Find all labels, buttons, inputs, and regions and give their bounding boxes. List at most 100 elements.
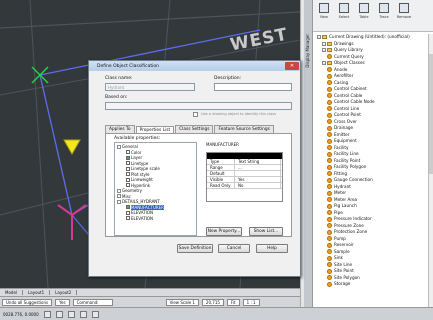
new-icon bbox=[319, 3, 329, 13]
object-class-icon bbox=[327, 112, 332, 118]
show-list-button[interactable]: Show List... bbox=[249, 227, 283, 236]
tab-feature-source-settings[interactable]: Feature Source Settings bbox=[214, 125, 274, 133]
object-class-icon bbox=[327, 262, 332, 268]
coordinates: 0028.776, 0.0000 bbox=[3, 311, 39, 317]
property-checkbox[interactable] bbox=[126, 150, 130, 155]
ortho-icon[interactable] bbox=[67, 310, 75, 318]
tab-model[interactable]: Model bbox=[0, 290, 24, 295]
property-grid[interactable]: Type Text String Range... Default Visible Yes… bbox=[206, 152, 283, 202]
property-checkbox[interactable] bbox=[126, 166, 130, 171]
grid-icon[interactable] bbox=[55, 310, 63, 318]
tab-layout2[interactable]: Layout2 bbox=[50, 290, 78, 295]
object-class-icon bbox=[327, 119, 332, 125]
object-class-icon bbox=[327, 275, 332, 281]
property-item[interactable]: ELEVATION bbox=[116, 216, 195, 222]
property-checkbox[interactable] bbox=[126, 210, 130, 215]
osnap-icon[interactable] bbox=[91, 310, 99, 318]
expand-icon[interactable] bbox=[117, 144, 121, 149]
new-button[interactable]: New bbox=[315, 3, 333, 31]
object-class-icon bbox=[327, 210, 332, 216]
selected-property-label: MANUFACTURER bbox=[206, 142, 239, 147]
new-property-button[interactable]: New Property... bbox=[206, 227, 242, 236]
yes-option[interactable]: Yes bbox=[55, 298, 70, 306]
tab-layout1[interactable]: Layout1 bbox=[23, 290, 51, 295]
undo-suggestions[interactable]: Undo all Suggestions bbox=[2, 298, 53, 306]
object-class-icon bbox=[327, 86, 332, 92]
property-checkbox[interactable] bbox=[126, 183, 130, 188]
view-scale[interactable]: View Scale 1 bbox=[165, 298, 199, 306]
tab-applies-to[interactable]: Applies To bbox=[105, 125, 135, 133]
define-object-classification-dialog: Define Object Classification ✕ Class nam… bbox=[88, 60, 301, 277]
property-checkbox[interactable] bbox=[126, 172, 130, 177]
grid-value[interactable]: No bbox=[235, 183, 281, 188]
property-checkbox[interactable] bbox=[126, 155, 130, 160]
object-class-icon bbox=[327, 151, 332, 157]
expand-icon[interactable]: - bbox=[322, 61, 326, 66]
command-line[interactable]: Command: bbox=[72, 298, 113, 306]
tab-class-settings[interactable]: Class Settings bbox=[175, 125, 214, 133]
tree-item[interactable]: Storage bbox=[317, 281, 433, 288]
object-class-icon bbox=[327, 171, 332, 177]
object-class-icon bbox=[327, 106, 332, 112]
folder-icon bbox=[327, 48, 332, 53]
expand-icon[interactable] bbox=[117, 199, 121, 204]
select-button[interactable]: Select bbox=[335, 3, 353, 31]
expand-icon[interactable] bbox=[117, 188, 121, 193]
object-class-icon bbox=[327, 255, 332, 261]
grid-row[interactable]: Read Only No bbox=[207, 183, 282, 189]
property-checkbox[interactable] bbox=[126, 205, 130, 210]
remove-button[interactable]: Remove bbox=[395, 3, 413, 31]
class-name-field[interactable]: Hydrant bbox=[105, 83, 195, 91]
expand-icon[interactable]: - bbox=[322, 41, 326, 46]
magenta-hydrant-icon bbox=[57, 204, 87, 240]
yellow-triangle-icon bbox=[63, 139, 81, 156]
fit-option[interactable]: Fit bbox=[226, 298, 240, 306]
panel-titlebar[interactable]: Display Manager bbox=[304, 0, 313, 307]
display-manager-panel: New Select Table Trace Remove - Current D… bbox=[313, 0, 433, 307]
expand-icon[interactable]: - bbox=[322, 48, 326, 53]
based-on-field[interactable] bbox=[105, 102, 292, 110]
object-class-icon bbox=[327, 73, 332, 79]
expand-icon[interactable]: - bbox=[317, 35, 321, 40]
polar-icon[interactable] bbox=[79, 310, 87, 318]
use-drawing-object-checkbox[interactable] bbox=[193, 112, 198, 117]
close-icon[interactable]: ✕ bbox=[285, 62, 299, 70]
property-checkbox[interactable] bbox=[126, 216, 130, 221]
based-on-label: Based on: bbox=[105, 95, 128, 100]
grid-value[interactable]: ... bbox=[235, 165, 281, 170]
ratio-option[interactable]: 1 : 1 bbox=[242, 298, 260, 306]
class-name-label: Class name: bbox=[105, 76, 133, 81]
dialog-tabs: Applies To Properties List Class Setting… bbox=[105, 125, 275, 134]
layout-tabs: Model Layout1 Layout2 bbox=[0, 288, 300, 296]
expand-icon[interactable] bbox=[117, 194, 121, 199]
help-button[interactable]: Help bbox=[256, 244, 288, 253]
object-class-icon bbox=[327, 216, 332, 222]
folder-icon bbox=[327, 61, 332, 66]
grid-value[interactable]: Yes bbox=[235, 177, 281, 182]
grid-key: Read Only bbox=[207, 183, 235, 188]
save-definition-button[interactable]: Save Definition bbox=[177, 244, 213, 253]
dialog-titlebar[interactable]: Define Object Classification ✕ bbox=[89, 61, 300, 71]
trace-button[interactable]: Trace bbox=[375, 3, 393, 31]
table-button[interactable]: Table bbox=[355, 3, 373, 31]
object-class-icon bbox=[327, 145, 332, 151]
object-class-icon bbox=[327, 197, 332, 203]
tree-item-label: Storage bbox=[334, 281, 351, 286]
snap-icon[interactable] bbox=[43, 310, 51, 318]
grid-key: Range bbox=[207, 165, 235, 170]
cancel-button[interactable]: Cancel bbox=[218, 244, 250, 253]
object-class-icon bbox=[327, 190, 332, 196]
grid-value[interactable]: Text String bbox=[235, 159, 281, 164]
folder-icon bbox=[327, 41, 332, 46]
property-checkbox[interactable] bbox=[126, 161, 130, 166]
description-field[interactable] bbox=[214, 83, 292, 91]
object-class-icon bbox=[327, 223, 332, 229]
object-class-icon bbox=[327, 177, 332, 183]
property-checkbox[interactable] bbox=[126, 177, 130, 182]
tree-scrollbar[interactable] bbox=[428, 34, 433, 307]
object-class-icon bbox=[327, 268, 332, 274]
object-class-icon bbox=[327, 203, 332, 209]
grid-value[interactable] bbox=[235, 171, 281, 176]
available-properties-list[interactable]: General Color Layer Linetype Linetype scale P… bbox=[114, 142, 197, 236]
scale-value[interactable]: 20,715 bbox=[201, 298, 224, 306]
